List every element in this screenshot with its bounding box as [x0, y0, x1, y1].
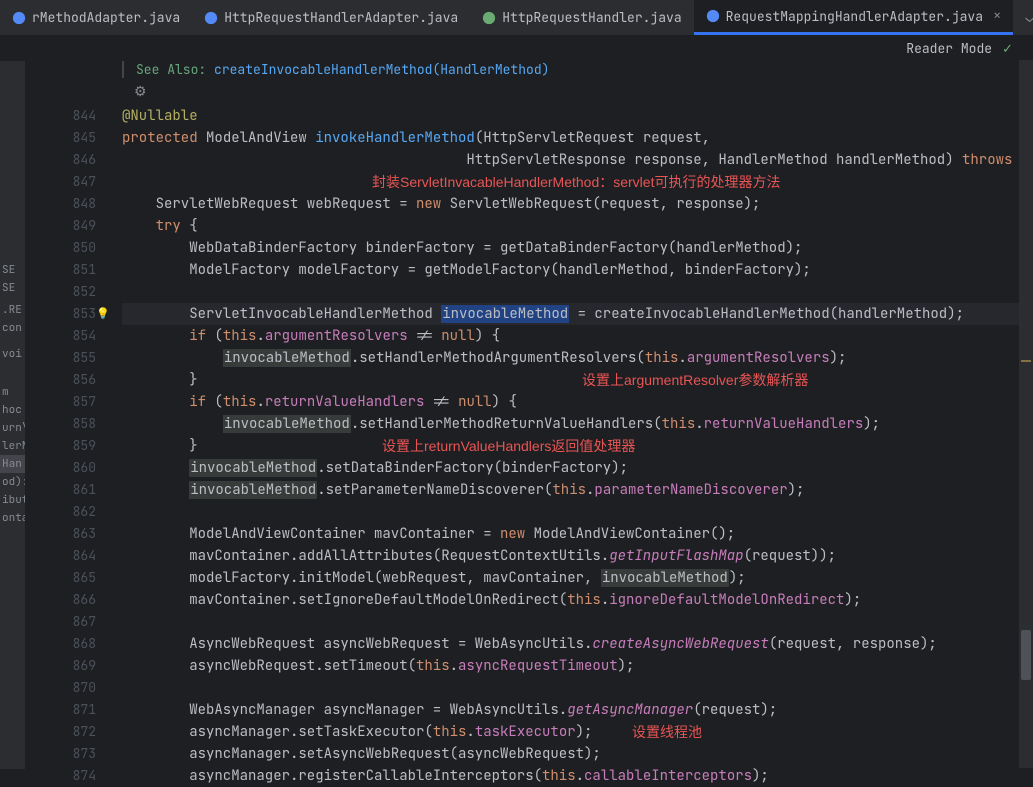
scrollbar-mark[interactable]	[1021, 360, 1031, 362]
close-icon[interactable]: ×	[993, 7, 1001, 25]
tree-fragment-row[interactable]: .RE	[0, 301, 25, 319]
line-number[interactable]: 873	[26, 743, 96, 765]
line-number[interactable]: 849	[26, 215, 96, 237]
line-number[interactable]: 867	[26, 611, 96, 633]
tab-0[interactable]: rMethodAdapter.java	[0, 0, 192, 35]
project-tree-fragment[interactable]: SESE .REcon voi mhocurn\lerNHanod):ibutonta	[0, 61, 26, 769]
tree-fragment-row[interactable]: ibut	[0, 491, 25, 509]
line-number[interactable]: 861	[26, 479, 96, 501]
scrollbar-thumb[interactable]	[1021, 630, 1031, 680]
tab-3[interactable]: RequestMappingHandlerAdapter.java ×	[694, 0, 1014, 35]
line-number[interactable]: 859	[26, 435, 96, 457]
line-number[interactable]: 862	[26, 501, 96, 523]
line-number[interactable]: 852	[26, 281, 96, 303]
scrollbar[interactable]	[1019, 60, 1033, 768]
tree-fragment-row[interactable]: SE	[0, 261, 25, 279]
tree-fragment-row[interactable]: urn\	[0, 419, 25, 437]
tree-fragment-row[interactable]: lerN	[0, 437, 25, 455]
tree-fragment-row[interactable]: m	[0, 383, 25, 401]
line-number[interactable]: 851	[26, 259, 96, 281]
java-class-icon	[204, 11, 218, 25]
tab-nav: ⌄ ⋮	[1013, 0, 1033, 35]
line-number[interactable]: 847	[26, 171, 96, 193]
tree-fragment-row[interactable]: voi	[0, 345, 25, 363]
tab-1[interactable]: HttpRequestHandlerAdapter.java	[192, 0, 470, 35]
tree-fragment-row[interactable]: od):	[0, 473, 25, 491]
tree-fragment-row[interactable]: onta	[0, 509, 25, 527]
line-number[interactable]: 845	[26, 127, 96, 149]
line-number[interactable]: 872	[26, 721, 96, 743]
line-number[interactable]: 860	[26, 457, 96, 479]
doc-see-also: See Also:	[136, 61, 214, 78]
javadoc-block: See Also: createInvocableHandlerMethod(H…	[122, 61, 549, 78]
line-number[interactable]: 850	[26, 237, 96, 259]
line-number[interactable]: 863	[26, 523, 96, 545]
reader-mode-label[interactable]: Reader Mode	[906, 40, 992, 57]
tree-fragment-row[interactable]: hoc	[0, 401, 25, 419]
line-number[interactable]: 846	[26, 149, 96, 171]
tab-label: HttpRequestHandler.java	[502, 9, 681, 26]
tree-fragment-row[interactable]: Han	[0, 455, 25, 473]
chevron-down-icon[interactable]: ⌄	[1025, 9, 1033, 27]
tab-label: HttpRequestHandlerAdapter.java	[224, 9, 458, 26]
line-number[interactable]: 844	[26, 105, 96, 127]
code-area[interactable]: @Nullable protected ModelAndView invokeH…	[122, 105, 1019, 769]
line-number[interactable]: 870	[26, 677, 96, 699]
java-class-icon	[706, 9, 720, 23]
line-number[interactable]: 854	[26, 325, 96, 347]
tab-label: rMethodAdapter.java	[32, 9, 180, 26]
line-number[interactable]: 856	[26, 369, 96, 391]
line-gutter[interactable]: 8448458468478488498508518528538548558568…	[26, 105, 122, 769]
line-number[interactable]: 855	[26, 347, 96, 369]
tab-2[interactable]: HttpRequestHandler.java	[470, 0, 693, 35]
tab-label: RequestMappingHandlerAdapter.java	[726, 8, 983, 25]
annotation-4: 设置线程池	[632, 721, 702, 743]
gear-icon[interactable]: ⚙	[134, 83, 147, 101]
line-number[interactable]: 874	[26, 765, 96, 787]
check-icon[interactable]: ✓	[1002, 40, 1013, 57]
line-number[interactable]: 868	[26, 633, 96, 655]
java-interface-icon	[482, 11, 496, 25]
code-editor[interactable]: See Also: createInvocableHandlerMethod(H…	[26, 61, 1033, 769]
annotation-2: 设置上argumentResolver参数解析器	[582, 369, 808, 391]
line-number[interactable]: 865	[26, 567, 96, 589]
line-number[interactable]: 853	[26, 303, 96, 325]
line-number[interactable]: 869	[26, 655, 96, 677]
reader-mode-bar: Reader Mode ✓	[0, 36, 1033, 61]
line-number[interactable]: 864	[26, 545, 96, 567]
line-number[interactable]: 866	[26, 589, 96, 611]
doc-link[interactable]: createInvocableHandlerMethod(HandlerMeth…	[214, 61, 549, 78]
annotation-3: 设置上returnValueHandlers返回值处理器	[382, 435, 635, 457]
java-class-icon	[12, 11, 26, 25]
line-number[interactable]: 858	[26, 413, 96, 435]
line-number[interactable]: 848	[26, 193, 96, 215]
line-number[interactable]: 857	[26, 391, 96, 413]
annotation-1: 封装ServletInvacableHandlerMethod：servlet可…	[372, 171, 780, 193]
line-number[interactable]: 871	[26, 699, 96, 721]
tree-fragment-row[interactable]: con	[0, 319, 25, 337]
editor-tabs: rMethodAdapter.java HttpRequestHandlerAd…	[0, 0, 1033, 36]
tree-fragment-row[interactable]: SE	[0, 279, 25, 297]
